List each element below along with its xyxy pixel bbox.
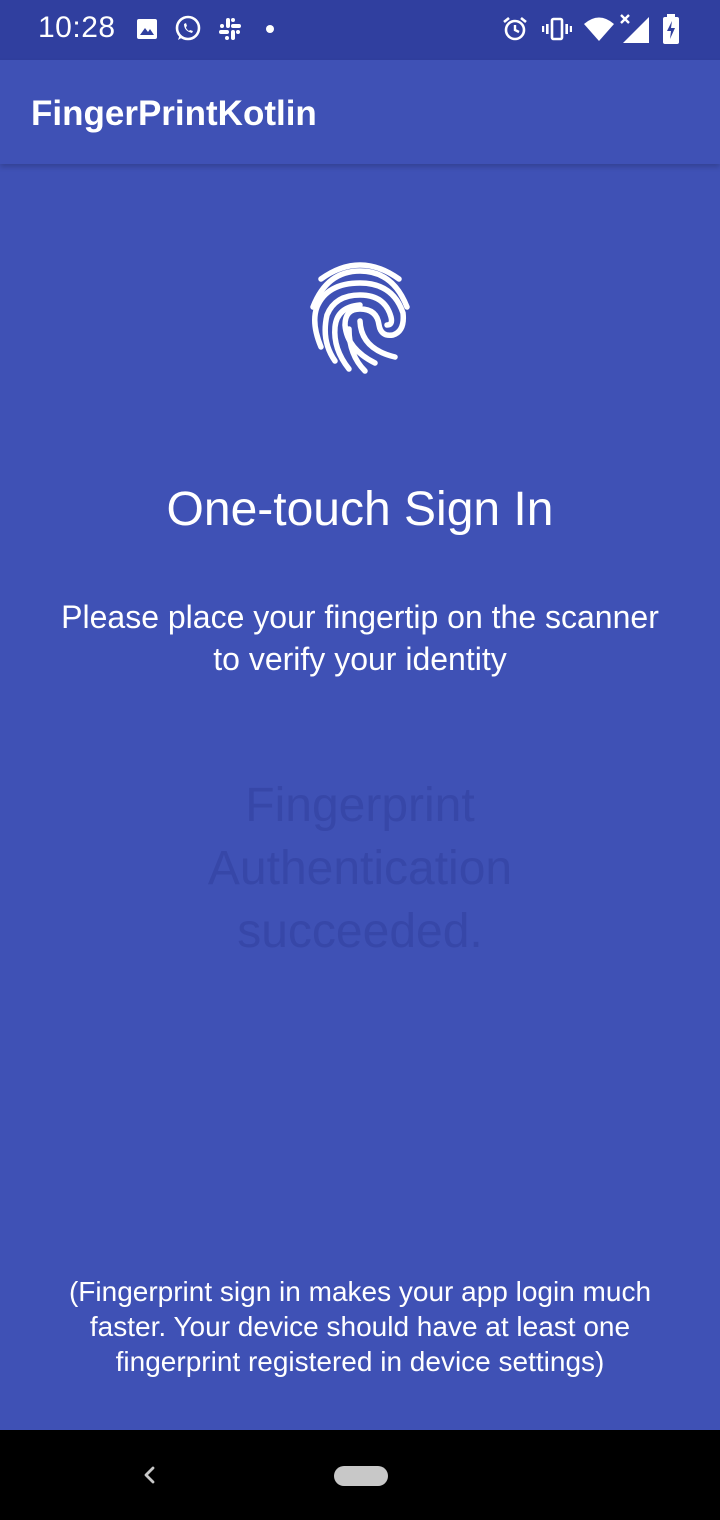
battery-icon <box>654 12 688 46</box>
navigation-bar <box>0 1430 720 1520</box>
instruction-text: Please place your fingertip on the scann… <box>61 599 659 677</box>
app-title: FingerPrintKotlin <box>31 94 317 133</box>
footnote-text: (Fingerprint sign in makes your app logi… <box>68 1276 652 1377</box>
status-time: 10:28 <box>38 11 116 44</box>
home-pill-icon[interactable] <box>334 1466 388 1486</box>
headline: One-touch Sign In <box>166 483 554 536</box>
vibrate-icon <box>540 12 574 46</box>
fingerprint-screen: 10:28 FingerPrintKotlin One-touch Sign I… <box>0 0 720 1520</box>
back-icon[interactable] <box>134 1460 164 1490</box>
app-bar: FingerPrintKotlin <box>0 60 720 164</box>
slack-icon <box>213 12 247 46</box>
dot-icon <box>253 12 287 46</box>
whatsapp-icon <box>171 12 205 46</box>
status-bar: 10:28 <box>0 0 720 60</box>
fingerprint-icon <box>305 257 415 375</box>
alarm-icon <box>498 12 532 46</box>
authentication-status-message: Fingerprint Authentication succeeded. <box>207 779 513 958</box>
wifi-icon <box>582 12 616 46</box>
image-icon <box>130 12 164 46</box>
signal-icon <box>618 12 652 46</box>
